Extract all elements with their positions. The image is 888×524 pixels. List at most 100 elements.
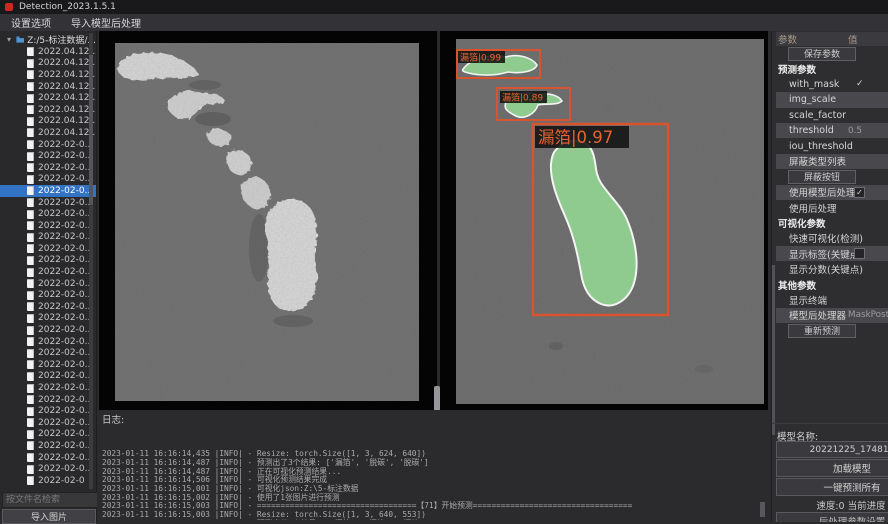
file-icon: [27, 152, 34, 161]
search-input[interactable]: [2, 492, 100, 508]
parameter-button[interactable]: 屏蔽按钮: [788, 170, 856, 184]
tree-item[interactable]: 2022-02-0...: [0, 417, 96, 429]
checkbox[interactable]: ✓: [854, 187, 865, 198]
parameter-row[interactable]: 模型后处理器 模型后处理器 MaskPostPro ✓ ✓: [776, 308, 888, 323]
chevron-down-icon[interactable]: ▾: [7, 35, 13, 44]
file-icon: [27, 117, 34, 126]
tree-item-label: 2022-02-0...: [38, 337, 93, 347]
tree-item[interactable]: 2022-02-0...: [0, 185, 96, 197]
tree-item[interactable]: 2022-02-0...: [0, 197, 96, 209]
model-name-field[interactable]: 20221225_174813: [776, 441, 888, 458]
tree-item[interactable]: 2022-02-0...: [0, 394, 96, 406]
parameter-row[interactable]: 重新预测 重新预测 ✓ ✓: [776, 323, 888, 338]
tree-item[interactable]: 2022-02-0...: [0, 174, 96, 186]
tree-item[interactable]: 2022-02-0...: [0, 278, 96, 290]
file-sidebar: ▾ Z:/5-标注数据/... 2022.04.12... 2022.04.12…: [0, 31, 97, 522]
parameter-button[interactable]: 重新预测: [788, 324, 856, 338]
original-image-canvas: [115, 43, 419, 401]
tree-item[interactable]: 2022.04.12...: [0, 116, 96, 128]
parameter-row[interactable]: scale_factor scale_factor ✓ ✓: [776, 108, 888, 123]
tree-item[interactable]: 2022-02-0...: [0, 336, 96, 348]
parameter-row[interactable]: 屏蔽类型列表 屏蔽类型列表 ✓ ✓: [776, 154, 888, 169]
menu-item[interactable]: 导入模型后处理: [62, 14, 150, 31]
parameter-row[interactable]: img_scale img_scale ✓ ✓: [776, 92, 888, 107]
parameter-label: 快速可视化(检测): [776, 231, 863, 245]
tree-item[interactable]: 2022-02-0...: [0, 359, 96, 371]
parameter-row[interactable]: 使用模型后处理 使用模型后处理 ✓ ✓: [776, 185, 888, 200]
tree-item-label: 2022-02-0...: [38, 360, 93, 370]
check-icon[interactable]: ✓: [856, 79, 864, 89]
parameter-row[interactable]: 使用后处理 使用后处理 ✓ ✓: [776, 200, 888, 215]
tree-item[interactable]: 2022-02-0...: [0, 371, 96, 383]
prediction-image-viewer[interactable]: 漏箔|0.99 漏箔|0.89 漏箔|0.97: [440, 31, 768, 410]
tree-item[interactable]: 2022-02-0...: [0, 324, 96, 336]
predict-all-button[interactable]: 一键预测所有: [776, 478, 888, 496]
parameter-row[interactable]: 显示标签(关键点) 显示标签(关键点) ✓ ✓: [776, 246, 888, 261]
tree-item[interactable]: 2022-02-0...: [0, 266, 96, 278]
tree-item[interactable]: 2022-02-0...: [0, 313, 96, 325]
parameter-panel: 参数 值 保存参数 保存参数 ✓ ✓ 预测参数 预测参数 ✓ ✓: [771, 31, 888, 522]
tree-item[interactable]: 2022-02-0...: [0, 440, 96, 452]
parameter-table: 参数 值 保存参数 保存参数 ✓ ✓ 预测参数 预测参数 ✓ ✓: [776, 32, 888, 338]
tree-item[interactable]: 2022.04.12...: [0, 81, 96, 93]
tree-item[interactable]: 2022.04.12...: [0, 104, 96, 116]
tree-scrollbar[interactable]: [89, 33, 93, 489]
log-scrollbar[interactable]: [760, 502, 765, 517]
checkbox[interactable]: ✓: [854, 248, 865, 259]
tree-item-label: 2022-02-0...: [38, 255, 93, 265]
parameter-row[interactable]: 可视化参数 可视化参数 ✓ ✓: [776, 215, 888, 230]
parameter-row[interactable]: 保存参数 保存参数 ✓ ✓: [776, 46, 888, 61]
parameter-value[interactable]: 0.5: [848, 126, 862, 136]
parameter-row[interactable]: 屏蔽按钮 屏蔽按钮 ✓ ✓: [776, 169, 888, 184]
menu-item[interactable]: 设置选项: [2, 14, 60, 31]
log-lines[interactable]: 2023-01-11 16:16:14,435 |INFO| - Resize:…: [102, 424, 762, 520]
parameter-row[interactable]: iou_threshold iou_threshold ✓ ✓: [776, 138, 888, 153]
tree-item[interactable]: 2022-02-0...: [0, 405, 96, 417]
parameter-label: img_scale: [776, 94, 836, 105]
parameter-row[interactable]: 预测参数 预测参数 ✓ ✓: [776, 61, 888, 76]
parameter-row[interactable]: 其他参数 其他参数 ✓ ✓: [776, 277, 888, 292]
tree-item[interactable]: 2022-02-0...: [0, 232, 96, 244]
tree-item[interactable]: 2022-02-0...: [0, 289, 96, 301]
parameter-label: 其他参数: [776, 278, 816, 292]
tree-item[interactable]: 2022.04.12...: [0, 46, 96, 58]
tree-item[interactable]: 2022-02-0...: [0, 208, 96, 220]
tree-item[interactable]: 2022-02-0...: [0, 150, 96, 162]
tree-item-label: 2022-02-0...: [38, 383, 93, 393]
tree-item[interactable]: 2022-02-0...: [0, 301, 96, 313]
postprocess-settings-button[interactable]: 后处理参数设置: [776, 512, 888, 522]
viewer-divider-handle[interactable]: [434, 386, 440, 411]
load-model-button[interactable]: 加载模型: [776, 459, 888, 477]
parameter-row[interactable]: with_mask with_mask ✓ ✓: [776, 77, 888, 92]
parameter-scrollbar[interactable]: [772, 265, 775, 435]
tree-item[interactable]: 2022-02-0...: [0, 162, 96, 174]
tree-item[interactable]: 2022-02-0...: [0, 347, 96, 359]
tree-item[interactable]: 2022.04.12...: [0, 127, 96, 139]
tree-item[interactable]: 2022.04.12...: [0, 69, 96, 81]
parameter-button[interactable]: 保存参数: [788, 47, 856, 61]
parameter-label: 可视化参数: [776, 216, 826, 230]
tree-item[interactable]: 2022-02-0: [0, 475, 96, 487]
prediction-image-canvas: 漏箔|0.99 漏箔|0.89 漏箔|0.97: [456, 39, 764, 404]
tree-item[interactable]: 2022-02-0...: [0, 382, 96, 394]
tree-item[interactable]: 2022-02-0...: [0, 429, 96, 441]
parameter-row[interactable]: 显示终端 显示终端 ✓ ✓: [776, 292, 888, 307]
tree-item[interactable]: 2022.04.12...: [0, 58, 96, 70]
tree-item-label: 2022-02-0...: [38, 198, 93, 208]
original-image-viewer[interactable]: [99, 31, 437, 410]
parameter-label: iou_threshold: [776, 141, 853, 152]
tree-item[interactable]: 2022.04.12...: [0, 92, 96, 104]
tree-item[interactable]: 2022-02-0...: [0, 255, 96, 267]
parameter-row[interactable]: threshold threshold 0.5 ✓ ✓: [776, 123, 888, 138]
tree-item-label: 2022-02-0...: [38, 441, 93, 451]
tree-item[interactable]: 2022-02-0...: [0, 243, 96, 255]
tree-item[interactable]: 2022-02-0...: [0, 220, 96, 232]
tree-item[interactable]: 2022-02-0...: [0, 452, 96, 464]
parameter-row[interactable]: 显示分数(关键点) 显示分数(关键点) ✓ ✓: [776, 261, 888, 276]
parameter-value[interactable]: MaskPostPro: [848, 310, 888, 320]
tree-item[interactable]: 2022-02-0...: [0, 139, 96, 151]
parameter-row[interactable]: 快速可视化(检测) 快速可视化(检测) ✓ ✓: [776, 231, 888, 246]
tree-item-label: 2022-02-0...: [38, 406, 93, 416]
tree-root-folder[interactable]: ▾ Z:/5-标注数据/...: [0, 33, 96, 46]
tree-item[interactable]: 2022-02-0...: [0, 463, 96, 475]
